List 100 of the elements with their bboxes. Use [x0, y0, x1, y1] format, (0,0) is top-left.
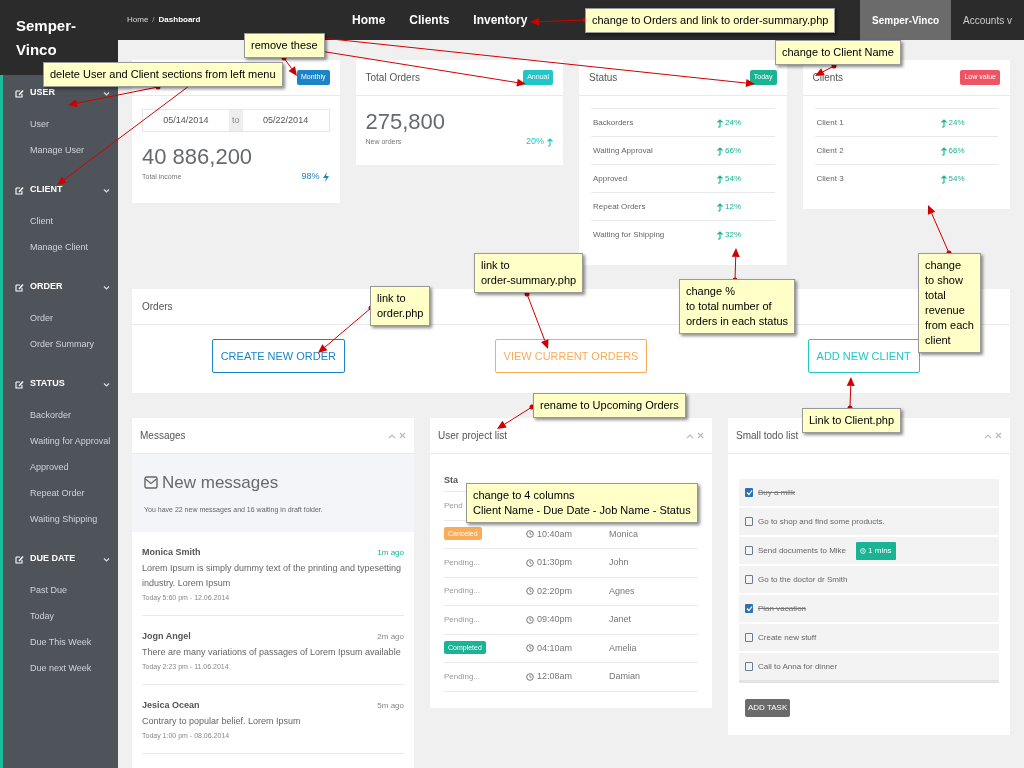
sidebar-item[interactable]: Manage User	[30, 144, 85, 158]
stat-value: 40 886,200	[142, 144, 254, 170]
todo-text: Send documents to Mike	[758, 544, 847, 557]
badge-text: 1 mins	[868, 544, 892, 557]
annotation-note: delete User and Client sections from left menu	[43, 62, 283, 87]
todo-text: Buy a milk	[758, 486, 795, 499]
todo-item[interactable]: Plan vacation	[739, 595, 999, 622]
check-icon	[745, 489, 753, 496]
edit-icon	[15, 282, 24, 292]
table-cell: Amelia	[609, 641, 637, 655]
arrow-up-icon	[716, 145, 723, 156]
list-label: Waiting Approval	[593, 144, 654, 157]
checkbox[interactable]	[745, 517, 753, 526]
list-value: 24%	[725, 116, 741, 129]
action-button[interactable]: CREATE NEW ORDER	[211, 339, 345, 373]
arrow-up-icon	[716, 229, 723, 240]
section-heading: New messages	[162, 472, 279, 494]
edit-icon	[15, 379, 24, 389]
sidebar-item[interactable]: Today	[30, 610, 55, 624]
stat-change: 20%	[526, 135, 544, 148]
sidebar-item[interactable]: Due next Week	[30, 662, 92, 676]
sidebar-item[interactable]: Past Due	[30, 584, 68, 598]
sidebar-item[interactable]: Waiting for Approval	[30, 435, 111, 449]
sidebar-item[interactable]: User	[30, 118, 49, 132]
status-text: Pending...	[444, 586, 481, 596]
list-value: 54%	[948, 172, 965, 185]
arrow-up-icon	[546, 136, 553, 147]
checkbox[interactable]	[745, 575, 753, 584]
table-cell: 10:40am	[537, 527, 573, 541]
card-title: Total Orders	[365, 71, 420, 85]
annotation-note: link to order.php	[370, 286, 431, 326]
message-sender: Jogn Angel	[142, 630, 191, 643]
todo-item[interactable]: Go to the doctor dr Smith	[739, 566, 999, 593]
breadcrumb-link[interactable]: Dashboard	[158, 14, 201, 26]
check-icon	[745, 605, 753, 612]
nav-link[interactable]: Home	[340, 0, 398, 40]
message-text: Lorem Ipsum is simply dummy text of the printing and typesetting industry. Lorem Ipsum	[142, 561, 403, 590]
list-label: Client 3	[816, 172, 845, 185]
sidebar-section[interactable]: STATUS	[30, 377, 103, 391]
todo-item[interactable]: Call to Anna for dinner	[739, 653, 999, 680]
annotation-arrow	[497, 404, 535, 429]
table-cell: Agnes	[609, 584, 635, 598]
message-text: There are many variations of passages of Lorem Ipsum available	[142, 645, 402, 659]
sidebar-section[interactable]: CLIENT	[30, 183, 103, 197]
sidebar-item[interactable]: Repeat Order	[30, 487, 85, 501]
add-task-button[interactable]: ADD TASK	[745, 699, 791, 717]
message-sender: Jesica Ocean	[142, 699, 200, 712]
breadcrumb-link[interactable]: Home	[127, 14, 149, 26]
message-time: 2m ago	[377, 630, 404, 643]
sidebar-section[interactable]: USER	[30, 86, 103, 100]
sidebar-item[interactable]: Backorder	[30, 409, 72, 423]
annotation-note: Link to Client.php	[802, 408, 901, 433]
table-cell-text: 01:30pm	[537, 556, 573, 569]
annotation-note: change to Orders and link to order-summary.php	[585, 8, 836, 33]
sidebar-item[interactable]: Order	[30, 312, 53, 326]
panel-title: User project list	[438, 429, 507, 443]
arrow-up-icon	[939, 117, 947, 128]
nav-link[interactable]: Semper-Vinco	[860, 0, 952, 40]
todo-item[interactable]: Go to shop and find some products.	[739, 508, 999, 535]
list-value: 66%	[948, 144, 965, 157]
close-icon	[399, 432, 406, 439]
todo-item[interactable]: Buy a milk	[739, 479, 999, 506]
checkbox[interactable]	[745, 546, 753, 555]
bolt-icon	[321, 171, 330, 182]
chevron-down-icon	[103, 187, 110, 193]
sidebar-item[interactable]: Manage Client	[30, 241, 89, 255]
arrow-up-icon	[939, 173, 947, 184]
table-cell-text: 09:40pm	[537, 613, 573, 626]
collapse-icon	[388, 432, 396, 439]
sidebar-item[interactable]: Approved	[30, 461, 69, 475]
annotation-arrow	[524, 291, 549, 349]
chevron-down-icon	[103, 90, 110, 96]
sidebar-section[interactable]: DUE DATE	[30, 552, 103, 566]
nav-link[interactable]: Clients	[397, 0, 462, 40]
nav-link[interactable]: Accounts v	[951, 0, 1024, 40]
list-label: Waiting for Shipping	[593, 228, 666, 241]
checkbox[interactable]	[745, 662, 753, 671]
annotation-note: rename to Upcoming Orders	[533, 393, 686, 418]
table-cell-text: Janet	[609, 613, 632, 626]
todo-item[interactable]: Send documents to Mike 1 mins	[739, 537, 999, 564]
annotation-note: remove these	[244, 33, 325, 58]
sidebar-item[interactable]: Client	[30, 215, 53, 229]
edit-icon	[15, 554, 24, 564]
todo-text: Plan vacation	[758, 602, 807, 615]
message-time: 5m ago	[377, 699, 404, 712]
todo-item[interactable]: Create new stuff	[739, 624, 999, 651]
clock-icon	[860, 547, 867, 554]
sidebar-item[interactable]: Order Summary	[30, 338, 94, 352]
clock-icon	[526, 615, 534, 624]
sidebar-section[interactable]: ORDER	[30, 280, 103, 294]
clock-icon	[526, 530, 534, 539]
sidebar-item[interactable]: Due This Week	[30, 636, 92, 650]
checkbox[interactable]	[745, 633, 753, 642]
nav-link[interactable]: Inventory	[461, 0, 540, 40]
list-value: 24%	[948, 116, 965, 129]
collapse-icon	[984, 432, 992, 439]
todo-text: Go to shop and find some products.	[758, 515, 885, 528]
sidebar-item[interactable]: Waiting Shipping	[30, 513, 98, 527]
list-label: Client 2	[816, 144, 845, 157]
edit-icon	[15, 185, 24, 195]
